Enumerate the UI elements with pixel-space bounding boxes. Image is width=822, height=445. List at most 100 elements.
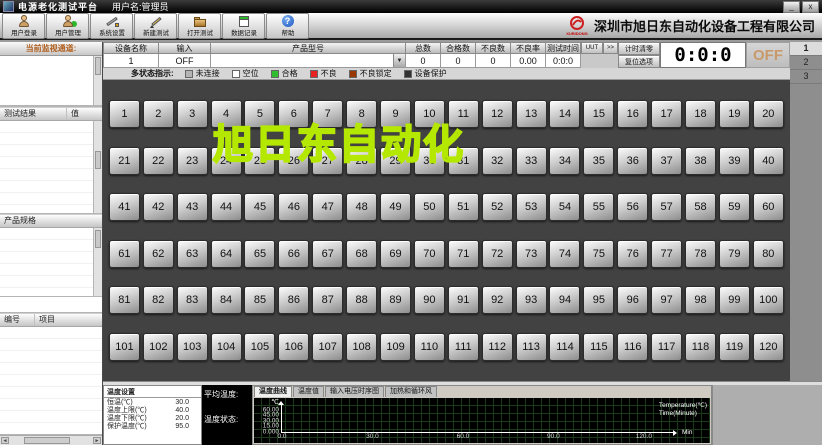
channel-button-41[interactable]: 41: [108, 193, 140, 222]
channel-button-62[interactable]: 62: [142, 239, 174, 268]
product-model-select[interactable]: ▼: [211, 54, 406, 68]
device-tab-2[interactable]: 2: [790, 56, 822, 70]
channel-button-23[interactable]: 23: [176, 146, 208, 175]
channel-button-113[interactable]: 113: [515, 332, 547, 361]
channel-button-73[interactable]: 73: [515, 239, 547, 268]
channel-button-98[interactable]: 98: [685, 286, 717, 315]
channel-button-20[interactable]: 20: [752, 100, 784, 129]
channel-button-115[interactable]: 115: [583, 332, 615, 361]
channel-button-35[interactable]: 35: [583, 146, 615, 175]
channel-button-119[interactable]: 119: [718, 332, 750, 361]
channel-button-90[interactable]: 90: [413, 286, 445, 315]
chevron-down-icon[interactable]: ▼: [393, 54, 405, 67]
channel-button-114[interactable]: 114: [549, 332, 581, 361]
toolbar-button-pencil[interactable]: 新建测试: [134, 13, 177, 39]
channel-button-95[interactable]: 95: [583, 286, 615, 315]
uut-button[interactable]: UUT: [581, 42, 603, 54]
channel-button-86[interactable]: 86: [278, 286, 310, 315]
channel-button-45[interactable]: 45: [244, 193, 276, 222]
timer-clear-button[interactable]: 计时清零: [618, 42, 660, 55]
channel-button-29[interactable]: 29: [380, 146, 412, 175]
channel-button-13[interactable]: 13: [515, 100, 547, 129]
channel-button-97[interactable]: 97: [651, 286, 683, 315]
scrollbar[interactable]: [93, 228, 102, 296]
channel-button-14[interactable]: 14: [549, 100, 581, 129]
toolbar-button-user[interactable]: 用户登录: [2, 13, 45, 39]
channel-button-24[interactable]: 24: [210, 146, 242, 175]
channel-button-112[interactable]: 112: [481, 332, 513, 361]
toolbar-button-user-add[interactable]: 用户管理: [46, 13, 89, 39]
scrollbar-thumb[interactable]: [95, 230, 101, 248]
channel-button-84[interactable]: 84: [210, 286, 242, 315]
scroll-left-icon[interactable]: ◄: [1, 437, 9, 444]
channel-button-58[interactable]: 58: [685, 193, 717, 222]
channel-button-105[interactable]: 105: [244, 332, 276, 361]
reset-option-button[interactable]: 复位选项: [618, 55, 660, 68]
channel-button-64[interactable]: 64: [210, 239, 242, 268]
channel-button-61[interactable]: 61: [108, 239, 140, 268]
channel-button-49[interactable]: 49: [380, 193, 412, 222]
channel-button-28[interactable]: 28: [346, 146, 378, 175]
channel-button-109[interactable]: 109: [380, 332, 412, 361]
horizontal-scrollbar[interactable]: ◄ ►: [0, 435, 102, 445]
channel-button-66[interactable]: 66: [278, 239, 310, 268]
channel-button-81[interactable]: 81: [108, 286, 140, 315]
channel-button-117[interactable]: 117: [651, 332, 683, 361]
channel-button-18[interactable]: 18: [685, 100, 717, 129]
channel-button-101[interactable]: 101: [108, 332, 140, 361]
channel-button-89[interactable]: 89: [380, 286, 412, 315]
channel-button-1[interactable]: 1: [108, 100, 140, 129]
channel-button-103[interactable]: 103: [176, 332, 208, 361]
channel-button-54[interactable]: 54: [549, 193, 581, 222]
channel-button-76[interactable]: 76: [617, 239, 649, 268]
channel-button-39[interactable]: 39: [718, 146, 750, 175]
scroll-right-icon[interactable]: ►: [93, 437, 101, 444]
channel-button-67[interactable]: 67: [312, 239, 344, 268]
scrollbar-thumb[interactable]: [24, 437, 70, 444]
channel-button-74[interactable]: 74: [549, 239, 581, 268]
channel-button-25[interactable]: 25: [244, 146, 276, 175]
channel-button-82[interactable]: 82: [142, 286, 174, 315]
channel-button-65[interactable]: 65: [244, 239, 276, 268]
channel-button-31[interactable]: 31: [447, 146, 479, 175]
channel-button-56[interactable]: 56: [617, 193, 649, 222]
channel-button-43[interactable]: 43: [176, 193, 208, 222]
close-button[interactable]: x: [802, 0, 819, 13]
device-tab-3[interactable]: 3: [790, 70, 822, 84]
channel-button-55[interactable]: 55: [583, 193, 615, 222]
channel-button-6[interactable]: 6: [278, 100, 310, 129]
channel-button-10[interactable]: 10: [413, 100, 445, 129]
channel-button-75[interactable]: 75: [583, 239, 615, 268]
channel-button-21[interactable]: 21: [108, 146, 140, 175]
channel-button-32[interactable]: 32: [481, 146, 513, 175]
channel-button-3[interactable]: 3: [176, 100, 208, 129]
channel-button-50[interactable]: 50: [413, 193, 445, 222]
channel-button-110[interactable]: 110: [413, 332, 445, 361]
channel-button-88[interactable]: 88: [346, 286, 378, 315]
channel-button-104[interactable]: 104: [210, 332, 242, 361]
channel-button-8[interactable]: 8: [346, 100, 378, 129]
channel-button-83[interactable]: 83: [176, 286, 208, 315]
channel-button-118[interactable]: 118: [685, 332, 717, 361]
channel-button-68[interactable]: 68: [346, 239, 378, 268]
channel-button-46[interactable]: 46: [278, 193, 310, 222]
channel-button-69[interactable]: 69: [380, 239, 412, 268]
channel-button-77[interactable]: 77: [651, 239, 683, 268]
channel-button-38[interactable]: 38: [685, 146, 717, 175]
toolbar-button-notebook[interactable]: 数据记录: [222, 13, 265, 39]
scrollbar[interactable]: [93, 56, 102, 105]
channel-button-60[interactable]: 60: [752, 193, 784, 222]
channel-button-2[interactable]: 2: [142, 100, 174, 129]
scrollbar[interactable]: [93, 121, 102, 213]
channel-button-26[interactable]: 26: [278, 146, 310, 175]
channel-button-85[interactable]: 85: [244, 286, 276, 315]
scrollbar-thumb[interactable]: [95, 57, 101, 75]
channel-button-70[interactable]: 70: [413, 239, 445, 268]
minimize-button[interactable]: _: [783, 0, 800, 13]
channel-button-94[interactable]: 94: [549, 286, 581, 315]
channel-button-30[interactable]: 30: [413, 146, 445, 175]
channel-button-96[interactable]: 96: [617, 286, 649, 315]
channel-button-63[interactable]: 63: [176, 239, 208, 268]
channel-button-33[interactable]: 33: [515, 146, 547, 175]
channel-button-4[interactable]: 4: [210, 100, 242, 129]
